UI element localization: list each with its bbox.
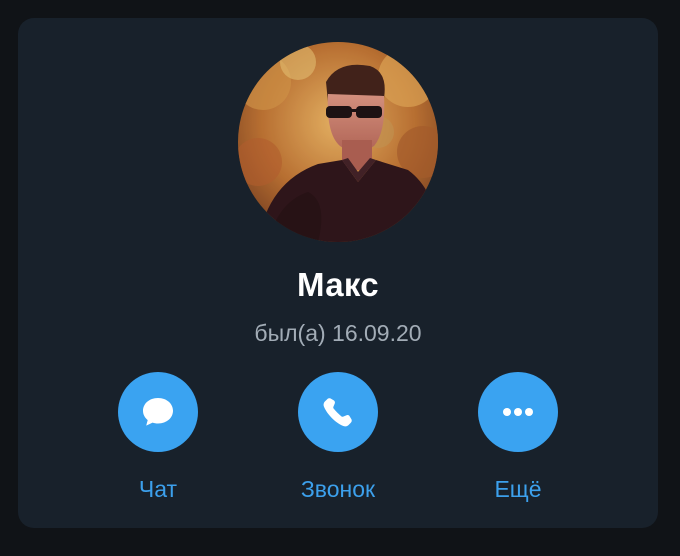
call-button[interactable]: Звонок bbox=[258, 372, 418, 512]
chat-button[interactable]: Чат bbox=[78, 372, 238, 512]
avatar-photo bbox=[238, 42, 438, 242]
call-button-circle[interactable] bbox=[298, 372, 378, 452]
profile-avatar[interactable] bbox=[238, 42, 438, 242]
call-button-label[interactable]: Звонок bbox=[258, 476, 418, 503]
chat-button-label[interactable]: Чат bbox=[78, 476, 238, 503]
more-button-label[interactable]: Ещё bbox=[438, 476, 598, 503]
last-seen-status: был(а) 16.09.20 bbox=[254, 320, 422, 346]
more-dots-icon bbox=[503, 408, 533, 416]
chat-bubble-icon bbox=[143, 398, 173, 426]
more-button[interactable]: Ещё bbox=[438, 372, 598, 512]
profile-card: Макс был(а) 16.09.20 Чат Звонок Ещё bbox=[18, 18, 658, 528]
more-button-circle[interactable] bbox=[478, 372, 558, 452]
chat-button-circle[interactable] bbox=[118, 372, 198, 452]
profile-name: Макс bbox=[297, 266, 379, 303]
phone-icon bbox=[323, 398, 352, 427]
